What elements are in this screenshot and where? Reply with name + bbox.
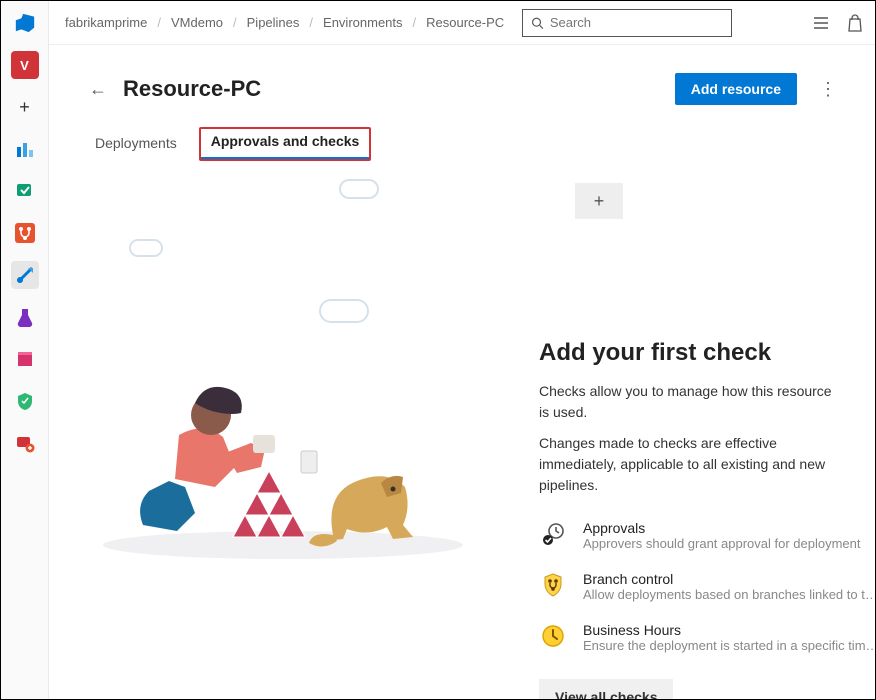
nav-repos-icon[interactable] xyxy=(11,219,39,247)
nav-boards-icon[interactable] xyxy=(11,135,39,163)
add-resource-button[interactable]: Add resource xyxy=(675,73,797,105)
search-input[interactable] xyxy=(550,15,723,30)
breadcrumb-item[interactable]: Environments xyxy=(323,15,402,30)
back-arrow-icon[interactable]: ← xyxy=(89,79,107,100)
approvals-icon xyxy=(539,520,567,548)
empty-state-text: Checks allow you to manage how this reso… xyxy=(539,381,843,423)
more-actions-icon[interactable]: ⋮ xyxy=(813,75,843,104)
check-title: Approvals xyxy=(583,520,861,536)
title-row: ← Resource-PC Add resource ⋮ xyxy=(89,73,843,105)
check-item-approvals[interactable]: Approvals Approvers should grant approva… xyxy=(539,520,843,551)
empty-state-illustration xyxy=(83,275,503,575)
empty-state-text: Changes made to checks are effective imm… xyxy=(539,433,843,496)
cloud-icon xyxy=(339,179,379,199)
azure-devops-logo-icon[interactable] xyxy=(11,9,39,37)
check-subtitle: Ensure the deployment is started in a sp… xyxy=(583,638,875,653)
check-item-business-hours[interactable]: Business Hours Ensure the deployment is … xyxy=(539,622,843,653)
business-hours-icon xyxy=(539,622,567,650)
nav-workitems-icon[interactable] xyxy=(11,177,39,205)
nav-pipelines-icon[interactable] xyxy=(11,261,39,289)
breadcrumb-item[interactable]: fabrikamprime xyxy=(65,15,147,30)
tab-approvals-and-checks[interactable]: Approvals and checks xyxy=(199,127,372,161)
nav-artifacts-icon[interactable] xyxy=(11,345,39,373)
empty-state-heading: Add your first check xyxy=(539,339,843,367)
page-title: Resource-PC xyxy=(123,76,261,102)
illustration-column xyxy=(89,179,509,699)
tabs: Deployments Approvals and checks xyxy=(93,127,843,161)
search-icon xyxy=(531,16,544,30)
breadcrumb-item[interactable]: Resource-PC xyxy=(426,15,504,30)
cloud-icon xyxy=(129,239,163,257)
add-icon[interactable]: + xyxy=(11,93,39,121)
add-check-button[interactable]: + xyxy=(575,183,623,219)
left-nav: V + xyxy=(1,1,49,699)
project-avatar[interactable]: V xyxy=(11,51,39,79)
top-bar: fabrikamprime/ VMdemo/ Pipelines/ Enviro… xyxy=(49,1,875,45)
breadcrumb: fabrikamprime/ VMdemo/ Pipelines/ Enviro… xyxy=(65,15,504,30)
page-content: ← Resource-PC Add resource ⋮ Deployments… xyxy=(49,45,875,699)
nav-deploy-icon[interactable] xyxy=(11,429,39,457)
nav-security-icon[interactable] xyxy=(11,387,39,415)
check-title: Branch control xyxy=(583,571,875,587)
tab-deployments[interactable]: Deployments xyxy=(93,127,179,161)
nav-testplans-icon[interactable] xyxy=(11,303,39,331)
breadcrumb-item[interactable]: VMdemo xyxy=(171,15,223,30)
search-box[interactable] xyxy=(522,9,732,37)
check-title: Business Hours xyxy=(583,622,875,638)
breadcrumb-item[interactable]: Pipelines xyxy=(247,15,300,30)
check-suggestions: Approvals Approvers should grant approva… xyxy=(539,520,843,653)
shopping-bag-icon[interactable] xyxy=(847,14,863,32)
branch-control-icon xyxy=(539,571,567,599)
check-subtitle: Approvers should grant approval for depl… xyxy=(583,536,861,551)
check-item-branch-control[interactable]: Branch control Allow deployments based o… xyxy=(539,571,843,602)
settings-list-icon[interactable] xyxy=(813,14,831,32)
view-all-checks-button[interactable]: View all checks xyxy=(539,679,673,699)
check-subtitle: Allow deployments based on branches link… xyxy=(583,587,875,602)
checks-column: + Add your first check Checks allow you … xyxy=(539,179,843,699)
